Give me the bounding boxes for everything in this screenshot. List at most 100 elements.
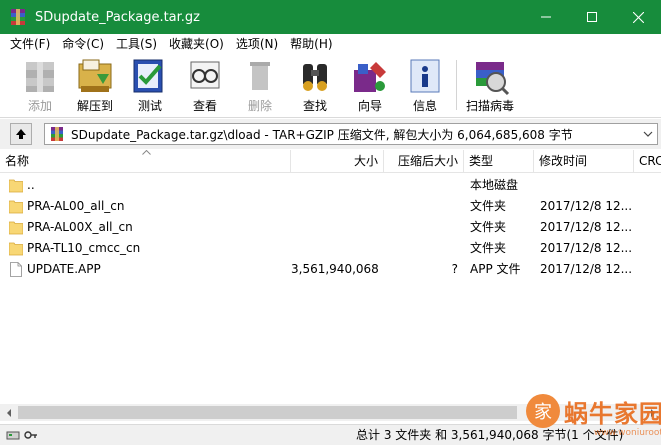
virus-scan-label: 扫描病毒 <box>465 99 514 113</box>
file-size <box>291 238 378 259</box>
file-type: 本地磁盘 <box>470 178 519 192</box>
virus-scan-icon <box>470 56 510 96</box>
extract-icon <box>75 56 115 96</box>
table-row[interactable]: UPDATE.APP 3,561,940,068 ? APP 文件 2017/1… <box>0 259 661 280</box>
view-label: 查看 <box>192 99 217 113</box>
watermark-logo: 家 蜗牛家园 www.woniuroot.cn <box>512 392 661 445</box>
scroll-left-button[interactable] <box>0 404 17 421</box>
extract-to-label: 解压到 <box>76 99 113 113</box>
watermark-text: 蜗牛家园 <box>564 399 661 428</box>
status-icons <box>6 429 38 441</box>
menu-file[interactable]: 文件(F) <box>4 34 56 54</box>
address-bar: SDupdate_Package.tar.gz\dload - TAR+GZIP… <box>0 119 661 149</box>
file-icon <box>10 262 22 277</box>
file-packed-size <box>384 196 458 217</box>
toolbar: 添加 解压到 测试 查看 删除 查找 向导 信息 扫描病毒 <box>0 54 661 118</box>
column-header-packed-size[interactable]: 压缩后大小 <box>384 150 464 173</box>
file-type: 文件夹 <box>470 241 507 255</box>
file-modified: 2017/12/8 12... <box>540 262 633 276</box>
path-text: SDupdate_Package.tar.gz\dload - TAR+GZIP… <box>71 127 573 142</box>
file-modified: 2017/12/8 12... <box>540 199 633 213</box>
file-name: PRA-AL00_all_cn <box>27 199 125 213</box>
table-row[interactable]: PRA-AL00X_all_cn 文件夹 2017/12/8 12... <box>0 217 661 238</box>
info-button[interactable]: 信息 <box>397 56 453 116</box>
window-title: SDupdate_Package.tar.gz <box>35 9 201 25</box>
view-icon <box>185 56 225 96</box>
file-modified: 2017/12/8 12... <box>540 220 633 234</box>
add-archive-icon <box>20 56 60 96</box>
file-size <box>291 196 378 217</box>
watermark-url: www.woniuroot.cn <box>594 428 661 438</box>
find-icon <box>295 56 335 96</box>
wizard-button[interactable]: 向导 <box>342 56 398 116</box>
scrollbar-thumb[interactable] <box>18 406 517 419</box>
table-row[interactable]: PRA-AL00_all_cn 文件夹 2017/12/8 12... <box>0 196 661 217</box>
toolbar-separator <box>456 60 457 110</box>
file-size: 3,561,940,068 <box>291 262 378 276</box>
file-packed-size: ? <box>451 262 458 276</box>
test-button[interactable]: 测试 <box>122 56 178 116</box>
table-row[interactable]: PRA-TL10_cmcc_cn 文件夹 2017/12/8 12... <box>0 238 661 259</box>
up-one-level-button[interactable] <box>10 123 32 145</box>
folder-icon <box>9 242 23 256</box>
file-size <box>291 217 378 238</box>
extract-to-button[interactable]: 解压到 <box>67 56 123 116</box>
drive-icon <box>6 431 20 440</box>
path-combobox[interactable]: SDupdate_Package.tar.gz\dload - TAR+GZIP… <box>44 123 658 145</box>
test-label: 测试 <box>137 99 162 113</box>
list-header: 名称 大小 压缩后大小 类型 修改时间 CRC <box>0 150 661 173</box>
up-arrow-icon <box>16 129 26 139</box>
chevron-left-icon <box>6 408 11 417</box>
file-size <box>291 175 378 196</box>
file-name: .. <box>27 178 35 192</box>
file-name: PRA-AL00X_all_cn <box>27 220 133 234</box>
file-modified <box>540 175 634 196</box>
wizard-label: 向导 <box>357 99 382 113</box>
menu-commands[interactable]: 命令(C) <box>56 34 110 54</box>
file-type: 文件夹 <box>470 199 507 213</box>
file-packed-size <box>384 217 458 238</box>
delete-button[interactable]: 删除 <box>232 56 288 116</box>
file-name: PRA-TL10_cmcc_cn <box>27 241 141 255</box>
column-header-modified[interactable]: 修改时间 <box>534 150 634 173</box>
folder-icon <box>9 221 23 235</box>
column-header-type[interactable]: 类型 <box>464 150 534 173</box>
file-modified: 2017/12/8 12... <box>540 241 633 255</box>
folder-icon <box>9 200 23 214</box>
winrar-app-icon[interactable] <box>9 8 27 26</box>
info-label: 信息 <box>412 99 437 113</box>
file-name: UPDATE.APP <box>27 262 101 276</box>
virus-scan-button[interactable]: 扫描病毒 <box>462 56 518 116</box>
info-icon <box>405 56 445 96</box>
menu-tools[interactable]: 工具(S) <box>110 34 163 54</box>
close-button[interactable] <box>615 0 661 34</box>
delete-icon <box>240 56 280 96</box>
menu-bar: 文件(F) 命令(C) 工具(S) 收藏夹(O) 选项(N) 帮助(H) <box>0 34 661 54</box>
archive-icon <box>51 127 63 141</box>
column-header-crc[interactable]: CRC <box>634 150 661 173</box>
snail-logo-icon: 家 <box>526 394 560 428</box>
chevron-down-icon[interactable] <box>639 131 657 137</box>
view-button[interactable]: 查看 <box>177 56 233 116</box>
file-type: APP 文件 <box>470 262 521 276</box>
minimize-button[interactable] <box>523 0 569 34</box>
column-header-size[interactable]: 大小 <box>291 150 384 173</box>
folder-icon <box>9 179 23 193</box>
find-button[interactable]: 查找 <box>287 56 343 116</box>
file-list: 名称 大小 压缩后大小 类型 修改时间 CRC .. 本地磁盘 PRA-AL00… <box>0 150 661 404</box>
menu-options[interactable]: 选项(N) <box>230 34 284 54</box>
file-packed-size <box>384 175 458 196</box>
sort-ascending-icon <box>142 150 151 158</box>
table-row[interactable]: .. 本地磁盘 <box>0 175 661 196</box>
add-button[interactable]: 添加 <box>12 56 68 116</box>
menu-favorites[interactable]: 收藏夹(O) <box>163 34 230 54</box>
menu-help[interactable]: 帮助(H) <box>284 34 338 54</box>
test-icon <box>130 56 170 96</box>
wizard-icon <box>350 56 390 96</box>
find-label: 查找 <box>302 99 327 113</box>
title-bar: SDupdate_Package.tar.gz <box>0 0 661 34</box>
key-icon <box>24 431 37 439</box>
add-label: 添加 <box>27 99 52 113</box>
maximize-button[interactable] <box>569 0 615 34</box>
delete-label: 删除 <box>247 99 272 113</box>
